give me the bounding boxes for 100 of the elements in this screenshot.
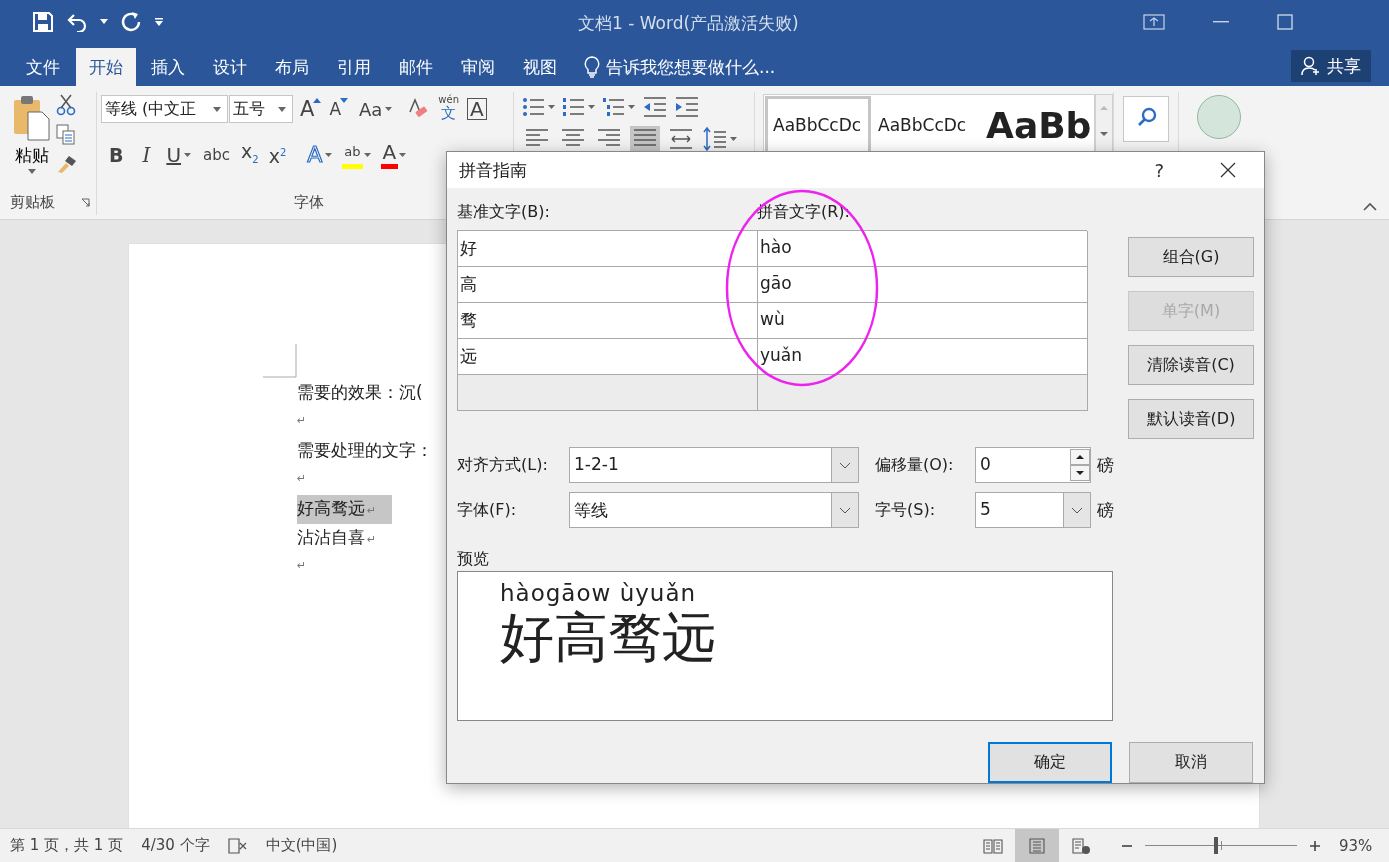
undo-icon[interactable]	[66, 11, 88, 32]
spin-arrows-icon[interactable]	[1070, 449, 1090, 481]
chevron-down-icon	[839, 506, 851, 514]
maximize-icon[interactable]	[1277, 13, 1293, 30]
font-label: 字体(F):	[457, 499, 518, 521]
base-text-field[interactable]: 好	[457, 231, 758, 267]
cut-icon[interactable]	[56, 94, 76, 116]
size-dropdown[interactable]: 5	[975, 492, 1091, 528]
dialog-launcher-icon[interactable]	[81, 197, 90, 207]
paragraph-text: 需要处理的文字：	[297, 439, 434, 462]
triangle-icon	[313, 98, 322, 103]
italic-button[interactable]: I	[132, 140, 161, 170]
decrease-indent-icon[interactable]	[642, 96, 668, 118]
grow-font-button[interactable]: A	[295, 94, 323, 124]
dialog-button[interactable]: 默认读音(D)	[1128, 399, 1254, 439]
dialog-title: 拼音指南	[459, 158, 527, 182]
font-name-field[interactable]: 等线 (中文正	[101, 95, 228, 123]
preview-label: 预览	[457, 549, 490, 570]
close-icon[interactable]	[1220, 162, 1236, 178]
ribbon-tab[interactable]: 视图	[510, 48, 570, 86]
ruby-text-field[interactable]: gāo	[757, 267, 1088, 303]
style-swatch[interactable]: AaBbCcDc	[873, 96, 979, 154]
font-dropdown[interactable]: 等线	[569, 492, 859, 528]
base-text-field[interactable]: 骛	[457, 303, 758, 339]
zoom-in-icon[interactable]	[1309, 839, 1321, 852]
underline-button[interactable]: U	[160, 140, 198, 170]
page-count[interactable]: 第 1 页，共 1 页	[10, 836, 124, 855]
cancel-button[interactable]: 取消	[1129, 742, 1253, 783]
unit-label: 磅	[1097, 498, 1114, 522]
font-size-field[interactable]: 五号	[229, 95, 293, 123]
chevron-down-icon	[839, 461, 851, 469]
paragraph-text: 需要的效果：沉(	[297, 381, 424, 404]
style-swatch[interactable]: AaBb	[981, 96, 1094, 154]
change-case-button[interactable]: Aa	[351, 94, 401, 124]
ribbon-tab[interactable]: 引用	[324, 48, 384, 86]
paragraph-mark: ↵	[297, 413, 307, 429]
shrink-font-button[interactable]: A	[324, 94, 349, 124]
window-title: 文档1 - Word(产品激活失败)	[578, 12, 799, 35]
triangle-icon	[340, 98, 348, 103]
character-border-button[interactable]: A	[467, 98, 487, 120]
share-button[interactable]: 共享	[1291, 50, 1371, 82]
caret-icon[interactable]	[100, 19, 108, 24]
paragraph-mark: ↵	[297, 558, 307, 574]
paste-button[interactable]: 粘贴	[0, 92, 56, 189]
line-spacing-icon[interactable]	[702, 126, 738, 152]
word-count[interactable]: 4/30 个字	[141, 836, 210, 855]
alignment-dropdown[interactable]: 1-2-1	[569, 447, 859, 483]
corner-mark	[263, 344, 297, 378]
base-text-field[interactable]: 远	[457, 339, 758, 375]
collapse-ribbon-icon[interactable]	[1363, 202, 1377, 211]
caret-icon	[278, 106, 286, 112]
base-text-field[interactable]: 高	[457, 267, 758, 303]
base-text-label: 基准文字(B):	[457, 202, 551, 223]
ribbon-tab[interactable]: 布局	[262, 48, 322, 86]
multilevel-list-icon[interactable]	[602, 96, 636, 118]
subscript-button[interactable]: x$_{2}$	[236, 140, 264, 170]
offset-spinner[interactable]: 0	[975, 447, 1091, 483]
ribbon-tab[interactable]: 设计	[200, 48, 260, 86]
paragraph-text: 沾沾自喜↵	[297, 526, 378, 549]
numbering-icon[interactable]	[562, 96, 596, 118]
offset-label: 偏移量(O):	[875, 454, 955, 476]
tell-me-search[interactable]: 告诉我您想要做什么...	[606, 55, 776, 79]
superscript-button[interactable]: x$^{2}$	[263, 140, 292, 170]
zoom-level[interactable]: 93%	[1339, 836, 1389, 855]
group-label: 剪贴板	[10, 192, 55, 212]
person-add-icon	[1301, 56, 1321, 76]
bold-button[interactable]: B	[101, 140, 133, 170]
highlight-button[interactable]: ab	[338, 140, 377, 170]
save-icon[interactable]	[32, 10, 54, 33]
bullets-icon[interactable]	[522, 96, 556, 118]
search-icon[interactable]	[1123, 96, 1169, 142]
ribbon-tab[interactable]: 文件	[12, 48, 74, 86]
help-button[interactable]: ?	[1148, 158, 1170, 182]
dialog-button[interactable]: 清除读音(C)	[1128, 345, 1254, 385]
ok-button[interactable]: 确定	[988, 742, 1112, 783]
ruby-text-field[interactable]: hào	[757, 231, 1088, 267]
ruby-text-field[interactable]: yuǎn	[757, 339, 1088, 375]
ribbon-display-icon[interactable]	[1143, 13, 1165, 30]
ribbon-tab[interactable]: 开始	[76, 48, 136, 86]
ruby-text-field[interactable]: wù	[757, 303, 1088, 339]
dialog-button[interactable]: 组合(G)	[1128, 237, 1254, 277]
ruby-text-field[interactable]	[757, 375, 1088, 411]
minimize-icon[interactable]	[1213, 20, 1229, 23]
format-painter-icon[interactable]	[56, 154, 78, 174]
group-label: 字体	[294, 192, 324, 212]
caret-icon	[213, 106, 221, 112]
strikethrough-button[interactable]: abc	[197, 140, 236, 170]
paragraph-mark: ↵	[297, 471, 307, 487]
customize-icon[interactable]	[154, 17, 164, 26]
phonetic-guide-button[interactable]: wén 文	[434, 94, 464, 124]
font-color-button[interactable]: A	[376, 140, 413, 170]
proofing-icon[interactable]	[227, 837, 248, 854]
language-indicator[interactable]: 中文(中国)	[265, 836, 338, 855]
copy-icon[interactable]	[56, 124, 76, 146]
increase-indent-icon[interactable]	[674, 96, 700, 118]
ribbon-tab[interactable]: 插入	[138, 48, 198, 86]
ribbon-tab[interactable]: 审阅	[448, 48, 508, 86]
ribbon-tab[interactable]: 邮件	[386, 48, 446, 86]
redo-icon[interactable]	[120, 10, 142, 33]
justify-icon[interactable]	[630, 126, 660, 152]
